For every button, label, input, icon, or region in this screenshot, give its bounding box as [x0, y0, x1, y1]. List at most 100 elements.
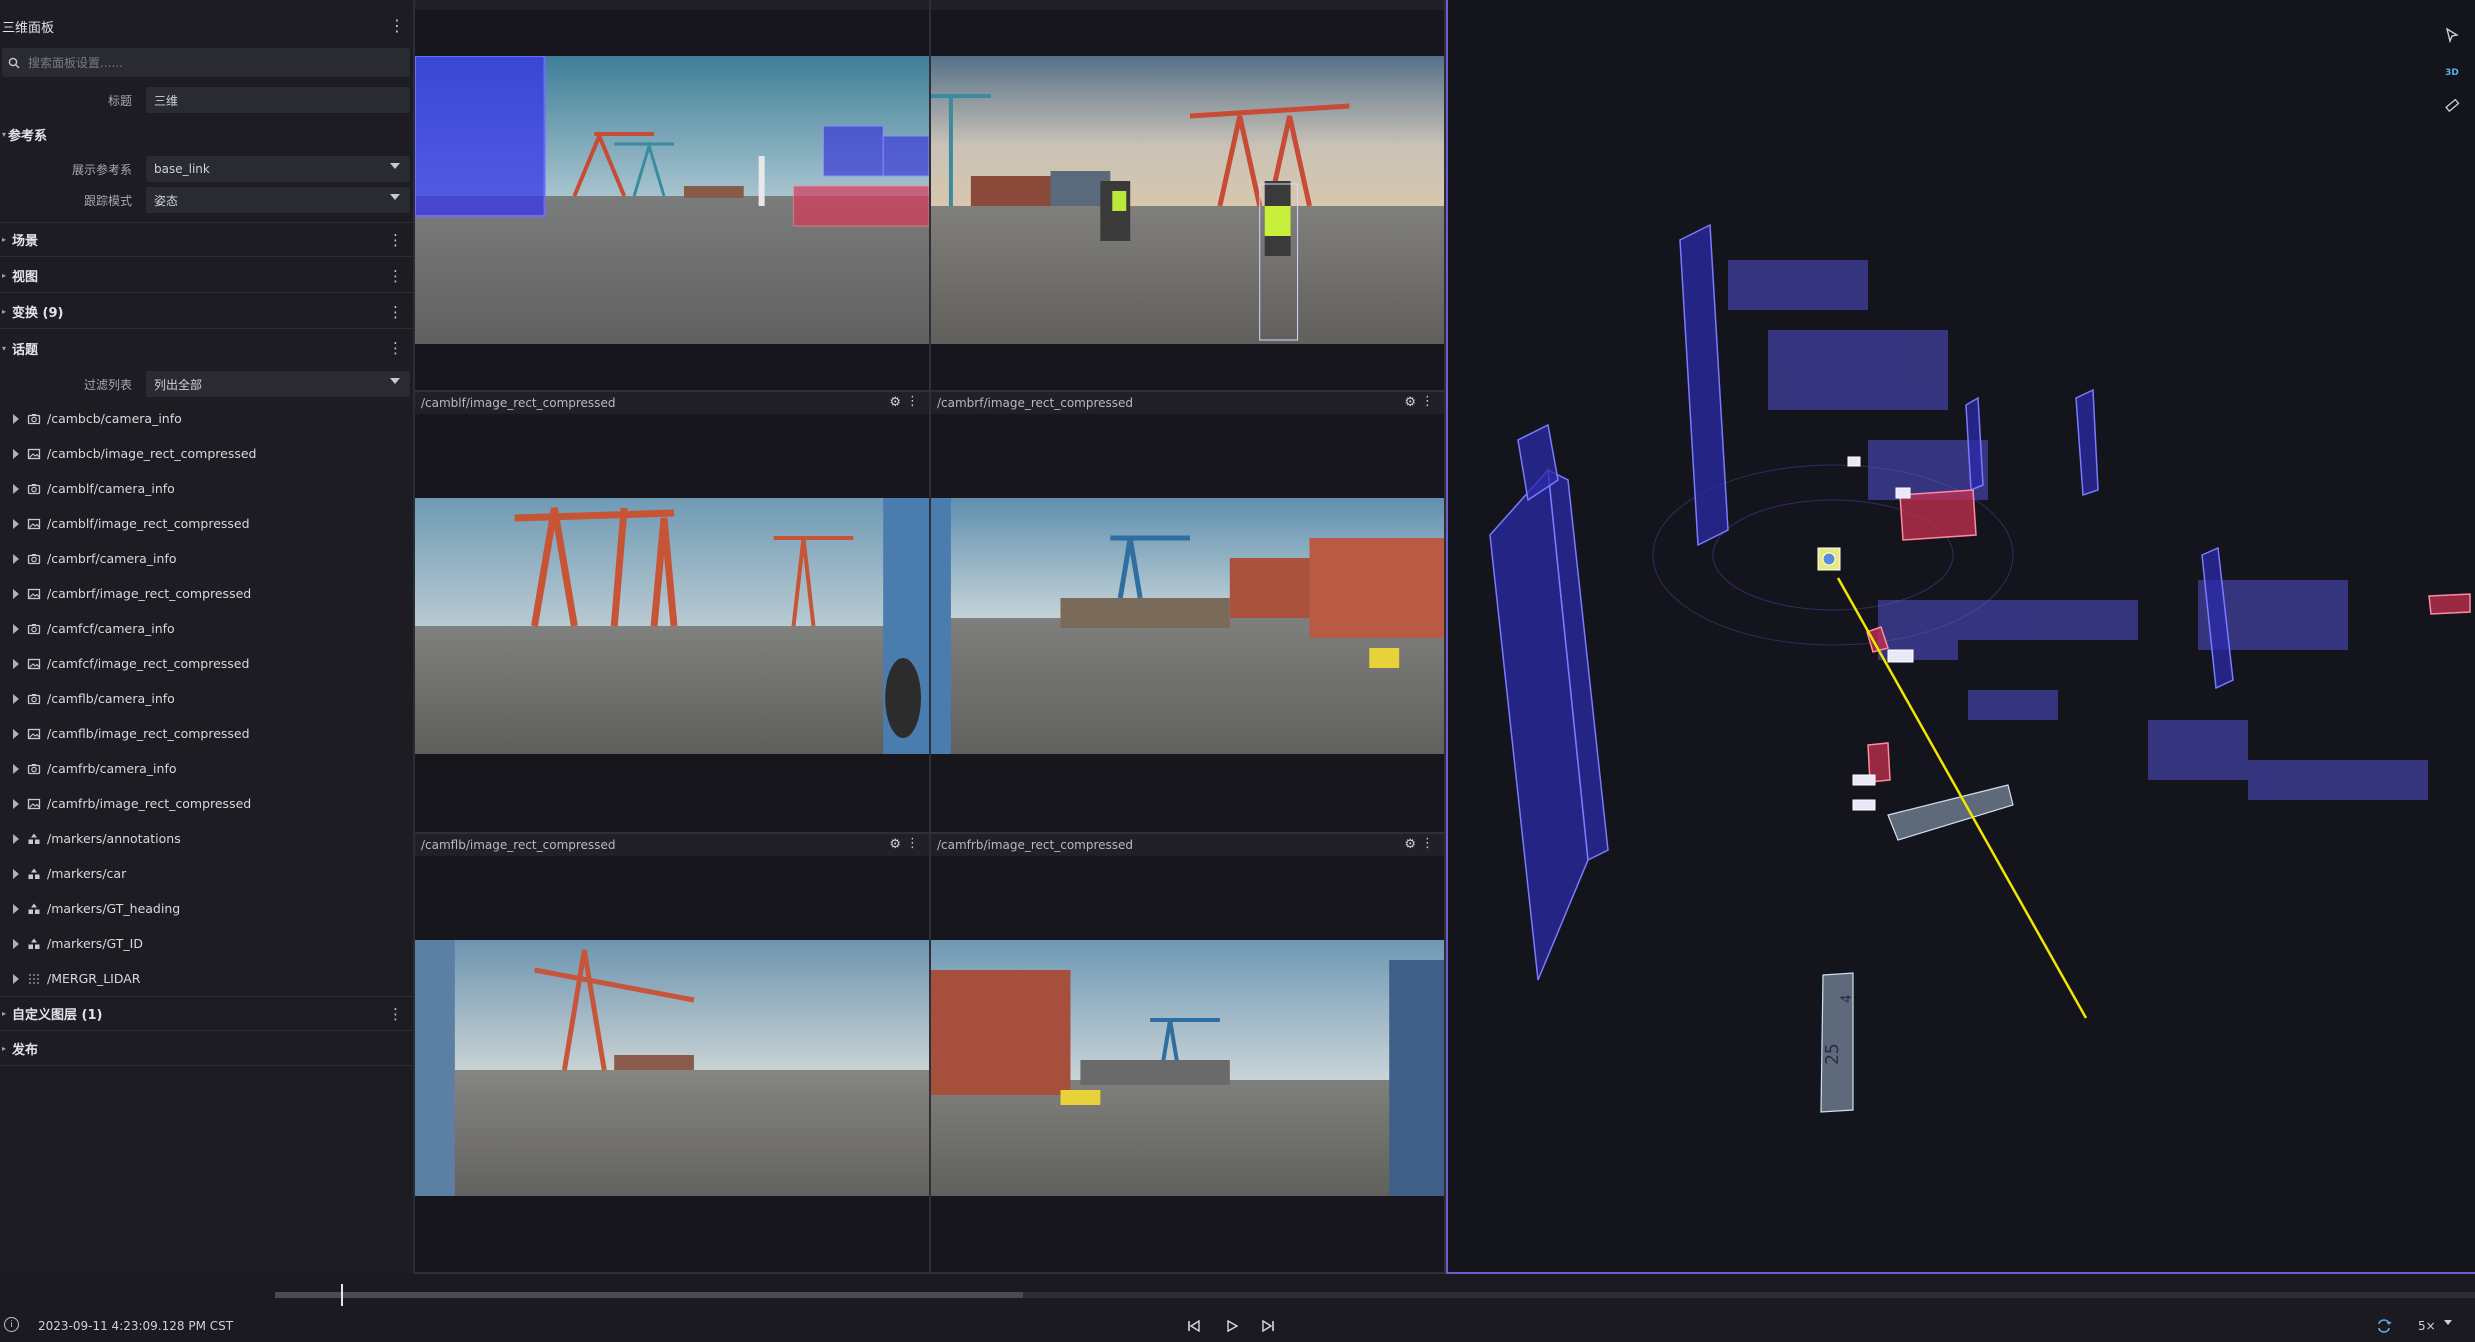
- chevron-right-icon[interactable]: [13, 764, 19, 774]
- chevron-right-icon[interactable]: [13, 554, 19, 564]
- section-transforms-label: 变换 (9): [12, 306, 64, 321]
- play-icon[interactable]: [1220, 1314, 1244, 1338]
- settings-search[interactable]: [2, 48, 410, 77]
- camera-icon: [27, 482, 41, 496]
- camera-panel-mid-right[interactable]: /cambrf/image_rect_compressed ⚙ ⋮: [931, 392, 1446, 834]
- topic-item[interactable]: /markers/annotations: [0, 822, 415, 857]
- gear-icon[interactable]: ⚙: [889, 837, 901, 852]
- section-menu-icon[interactable]: ⋮: [388, 231, 403, 249]
- 3d-mode-toggle[interactable]: 3D: [2439, 60, 2465, 86]
- timeline-scrubber[interactable]: [340, 1284, 343, 1306]
- topic-item[interactable]: /camflb/camera_info: [0, 682, 415, 717]
- display-frame-select[interactable]: base_link: [146, 156, 410, 182]
- topic-item[interactable]: /camfrb/camera_info: [0, 752, 415, 787]
- panel-menu-icon[interactable]: ⋮: [1421, 836, 1434, 851]
- search-input[interactable]: [28, 55, 388, 70]
- section-menu-icon[interactable]: ⋮: [388, 339, 403, 357]
- topic-item[interactable]: /camfcf/camera_info: [0, 612, 415, 647]
- playback-speed[interactable]: 5×: [2418, 1319, 2436, 1333]
- camera-image: [415, 940, 929, 1196]
- loop-icon[interactable]: [2372, 1314, 2396, 1338]
- filter-value: 列出全部: [154, 377, 203, 392]
- chevron-right-icon[interactable]: [13, 589, 19, 599]
- chevron-right-icon[interactable]: [13, 904, 19, 914]
- playback-timeline[interactable]: [275, 1284, 2475, 1306]
- chevron-right-icon[interactable]: [13, 974, 19, 984]
- chevron-right-icon[interactable]: [13, 799, 19, 809]
- panel-menu-icon[interactable]: ⋮: [906, 836, 919, 851]
- panel-menu-icon[interactable]: ⋮: [906, 394, 919, 409]
- section-topics[interactable]: ▾ 话题 ⋮: [0, 331, 415, 365]
- chevron-right-icon[interactable]: [13, 484, 19, 494]
- topic-item[interactable]: /camfcf/image_rect_compressed: [0, 647, 415, 682]
- section-scene[interactable]: ▸ 场景 ⋮: [0, 223, 415, 257]
- follow-mode-value: 姿态: [154, 193, 179, 208]
- camera-panel-bot-right[interactable]: /camfrb/image_rect_compressed ⚙ ⋮: [931, 834, 1446, 1274]
- topic-item[interactable]: /cambrf/image_rect_compressed: [0, 577, 415, 612]
- camera-icon: [27, 552, 41, 566]
- chevron-right-icon[interactable]: [13, 939, 19, 949]
- chevron-right-icon[interactable]: [13, 834, 19, 844]
- image-icon: [27, 657, 41, 671]
- chevron-right-icon: ▸: [2, 235, 7, 244]
- image-icon: [27, 587, 41, 601]
- chevron-right-icon[interactable]: [13, 414, 19, 424]
- filter-select[interactable]: 列出全部: [146, 371, 410, 397]
- chevron-down-icon[interactable]: [2444, 1320, 2452, 1325]
- image-icon: [27, 447, 41, 461]
- playback-timestamp: 2023-09-11 4:23:09.128 PM CST: [38, 1319, 234, 1333]
- chevron-right-icon[interactable]: [13, 659, 19, 669]
- topic-item[interactable]: /camblf/image_rect_compressed: [0, 507, 415, 542]
- chevron-right-icon[interactable]: [13, 624, 19, 634]
- topic-item[interactable]: /markers/GT_ID: [0, 927, 415, 962]
- select-pointer-icon[interactable]: [2439, 22, 2465, 48]
- panel-menu-icon[interactable]: ⋮: [389, 16, 405, 35]
- section-menu-icon[interactable]: ⋮: [388, 267, 403, 285]
- frame-section-header[interactable]: ▾ 参考系: [0, 120, 415, 148]
- topic-item-label: /cambrf/image_rect_compressed: [47, 586, 252, 601]
- chevron-right-icon[interactable]: [13, 729, 19, 739]
- topic-item-label: /cambrf/camera_info: [47, 551, 177, 566]
- section-custom-layers[interactable]: ▸ 自定义图层 (1) ⋮: [0, 997, 415, 1031]
- panel-menu-icon[interactable]: ⋮: [1421, 394, 1434, 409]
- info-icon[interactable]: i: [4, 1317, 19, 1332]
- topic-item[interactable]: /markers/GT_heading: [0, 892, 415, 927]
- chevron-right-icon[interactable]: [13, 449, 19, 459]
- topic-item[interactable]: /camflb/image_rect_compressed: [0, 717, 415, 752]
- section-menu-icon[interactable]: ⋮: [388, 1005, 403, 1023]
- follow-mode-select[interactable]: 姿态: [146, 187, 410, 213]
- title-field-input[interactable]: 三维: [146, 87, 410, 113]
- topic-item[interactable]: /markers/car: [0, 857, 415, 892]
- section-view[interactable]: ▸ 视图 ⋮: [0, 259, 415, 293]
- image-icon: [27, 797, 41, 811]
- skip-back-icon[interactable]: [1182, 1314, 1206, 1338]
- gear-icon[interactable]: ⚙: [1404, 837, 1416, 852]
- camera-panel-mid-left[interactable]: /camblf/image_rect_compressed ⚙ ⋮: [415, 392, 931, 834]
- gear-icon[interactable]: ⚙: [1404, 395, 1416, 410]
- camera-panel-header: [415, 0, 929, 10]
- camera-panel-bot-left[interactable]: /camflb/image_rect_compressed ⚙ ⋮: [415, 834, 931, 1274]
- topic-item[interactable]: /MERGR_LIDAR: [0, 962, 415, 997]
- topic-item[interactable]: /cambrf/camera_info: [0, 542, 415, 577]
- 3d-view-panel[interactable]: 3D 25 4: [1446, 0, 2475, 1274]
- camera-panel-header: [931, 0, 1444, 10]
- section-publish[interactable]: ▸ 发布: [0, 1032, 415, 1066]
- topic-item-label: /camfcf/image_rect_compressed: [47, 656, 250, 671]
- section-menu-icon[interactable]: ⋮: [388, 303, 403, 321]
- topic-item[interactable]: /camblf/camera_info: [0, 472, 415, 507]
- chevron-right-icon[interactable]: [13, 869, 19, 879]
- ruler-icon[interactable]: [2439, 92, 2465, 118]
- skip-forward-icon[interactable]: [1256, 1314, 1280, 1338]
- camera-panel-top-right[interactable]: [931, 0, 1446, 392]
- chevron-right-icon: ▸: [2, 307, 7, 316]
- gear-icon[interactable]: ⚙: [889, 395, 901, 410]
- topic-item[interactable]: /cambcb/image_rect_compressed: [0, 437, 415, 472]
- camera-panel-top-left[interactable]: [415, 0, 931, 392]
- camera-image: [931, 498, 1444, 754]
- topic-item[interactable]: /cambcb/camera_info: [0, 402, 415, 437]
- section-transforms[interactable]: ▸ 变换 (9) ⋮: [0, 295, 415, 329]
- topic-item[interactable]: /camfrb/image_rect_compressed: [0, 787, 415, 822]
- chevron-right-icon[interactable]: [13, 519, 19, 529]
- chevron-right-icon[interactable]: [13, 694, 19, 704]
- title-field-row: 标题 三维: [0, 86, 415, 114]
